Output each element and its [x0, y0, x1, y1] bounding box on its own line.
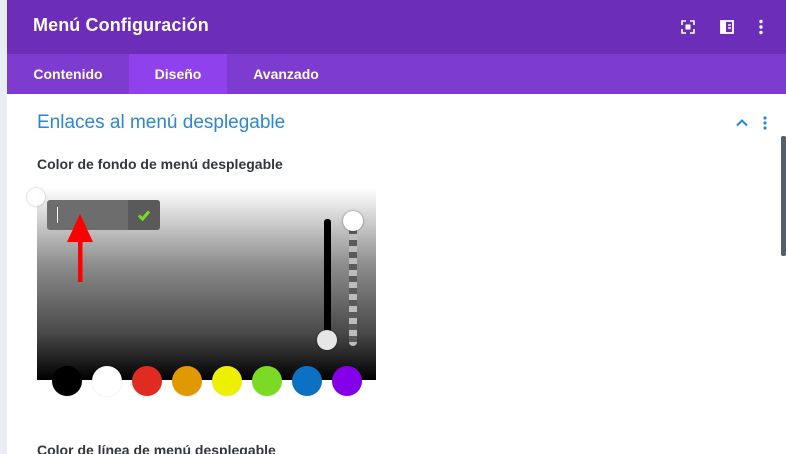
- section-title[interactable]: Enlaces al menú desplegable: [37, 112, 285, 134]
- opacity-slider-handle[interactable]: [343, 211, 363, 231]
- swatch-blue[interactable]: [292, 366, 322, 396]
- swatch-red[interactable]: [132, 366, 162, 396]
- check-icon: [137, 210, 151, 222]
- hue-slider-handle[interactable]: [317, 330, 337, 350]
- swatch-yellow[interactable]: [212, 366, 242, 396]
- swatch-purple[interactable]: [332, 366, 362, 396]
- modal-header: Menú Configuración: [7, 0, 786, 54]
- confirm-color-button[interactable]: [128, 200, 160, 230]
- dropdown-line-color-label: Color de línea de menú desplegable: [37, 442, 276, 454]
- chevron-up-icon[interactable]: [733, 114, 751, 132]
- red-arrow-annotation-icon: [67, 214, 93, 282]
- section-more-options-icon[interactable]: [757, 114, 773, 132]
- modal-title: Menú Configuración: [33, 15, 209, 35]
- tab-bar: Contenido Diseño Avanzado: [7, 54, 786, 94]
- tab-avanzado[interactable]: Avanzado: [227, 54, 345, 94]
- swatch-white[interactable]: [92, 366, 122, 396]
- text-cursor: [57, 207, 58, 223]
- hue-slider-track[interactable]: [324, 219, 331, 341]
- swatch-black[interactable]: [52, 366, 82, 396]
- settings-panel: Menú Configuración Contenido Diseño Avan…: [7, 0, 786, 454]
- scrollbar[interactable]: [781, 136, 786, 256]
- dropdown-bg-color-label: Color de fondo de menú desplegable: [37, 156, 283, 172]
- saturation-handle[interactable]: [27, 188, 45, 206]
- tab-contenido[interactable]: Contenido: [7, 54, 129, 94]
- swatch-green[interactable]: [252, 366, 282, 396]
- more-options-icon[interactable]: [751, 17, 771, 37]
- split-view-icon[interactable]: [717, 17, 737, 37]
- fullscreen-icon[interactable]: [678, 17, 698, 37]
- swatch-orange[interactable]: [172, 366, 202, 396]
- opacity-slider-track[interactable]: [349, 216, 357, 346]
- tab-diseno[interactable]: Diseño: [129, 54, 227, 94]
